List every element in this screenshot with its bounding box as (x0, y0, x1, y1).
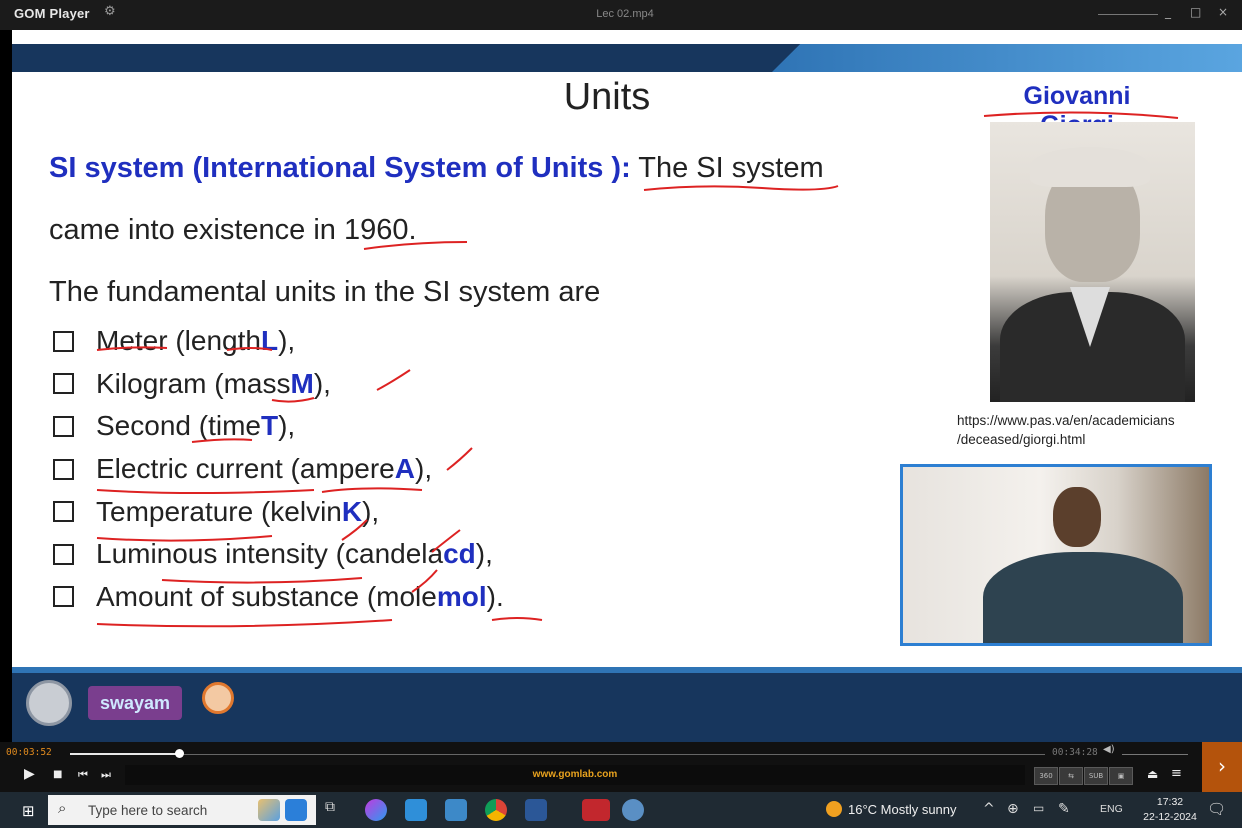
portrait-photo (990, 122, 1195, 402)
task-view-icon[interactable]: ⧉ (325, 799, 347, 821)
maximize-icon[interactable]: □ (1190, 5, 1201, 19)
checkbox-icon (53, 501, 74, 523)
menu-button[interactable]: ≡ (1171, 766, 1182, 781)
minimize-icon[interactable]: _ (1165, 5, 1171, 19)
app-paint-icon[interactable] (258, 799, 280, 821)
presenter-head (1053, 487, 1101, 547)
clock-time[interactable]: 17:32 (1145, 796, 1195, 808)
clock-date[interactable]: 22-12-2024 (1138, 811, 1202, 823)
swayam-logo: swayam (88, 686, 182, 720)
file-title: Lec 02.mp4 (596, 8, 654, 20)
portrait-hair (1030, 147, 1150, 187)
gom-player-taskbar-icon[interactable] (582, 799, 610, 821)
checkbox-icon (53, 373, 74, 395)
volume-slider[interactable] (1122, 754, 1188, 755)
store-icon[interactable] (405, 799, 427, 821)
search-icon: ⌕ (58, 799, 67, 817)
presenter-body (983, 552, 1183, 643)
capture-button[interactable]: ▣ (1109, 767, 1133, 785)
copilot-icon[interactable] (365, 799, 387, 821)
play-button[interactable]: ▶ (24, 766, 35, 782)
tray-battery-icon[interactable]: ▭ (1033, 801, 1044, 815)
windows-start-icon[interactable]: ⊞ (22, 802, 35, 820)
si-heading: SI system (International System of Units… (49, 152, 631, 184)
next-button[interactable]: ⏭ (101, 768, 111, 782)
previous-button[interactable]: ⏮ (78, 768, 88, 782)
time-elapsed: 00:03:52 (6, 747, 52, 758)
stop-button[interactable]: ■ (53, 769, 62, 780)
video-area[interactable]: Units SI system (International System of… (12, 30, 1242, 742)
title-volume-slider[interactable] (1098, 14, 1158, 15)
checkbox-icon (53, 543, 74, 565)
app-user-icon[interactable] (285, 799, 307, 821)
close-icon[interactable]: × (1218, 5, 1228, 19)
seek-progress (70, 753, 180, 755)
side-panel-next-button[interactable]: › (1202, 742, 1242, 792)
title-bar[interactable]: GOM Player ⚙ Lec 02.mp4 _ □ × (0, 0, 1242, 30)
eject-button[interactable]: ⏏ (1147, 767, 1158, 781)
app-misc-icon[interactable] (622, 799, 644, 821)
weather-widget[interactable]: 16°C Mostly sunny (848, 802, 957, 817)
search-placeholder: Type here to search (88, 803, 208, 818)
hand-annotations (96, 346, 543, 628)
taskbar: ⊞ ⌕ Type here to search ⧉ 16°C Mostly su… (0, 792, 1242, 828)
checkbox-icon (53, 458, 74, 480)
nptel-logo (202, 682, 234, 714)
player-controls: 00:03:52 00:34:28 ◀) ▶ ■ ⏮ ⏭ www.gomlab.… (0, 742, 1242, 792)
tray-pen-icon[interactable]: ✎ (1058, 801, 1070, 817)
portrait-credit: https://www.pas.va/en/academicians /dece… (957, 413, 1175, 447)
si-definition-line: SI system (International System of Units… (49, 152, 824, 185)
settings-gear-icon[interactable]: ⚙ (104, 4, 116, 19)
checkbox-icon (53, 330, 74, 352)
slide-top-band-accent (772, 44, 1242, 72)
checkbox-icon (53, 586, 74, 608)
annotation-underline-1960 (363, 241, 468, 250)
gom-url-banner[interactable]: www.gomlab.com (125, 765, 1025, 785)
vr-360-button[interactable]: 360 (1034, 767, 1058, 785)
slide-bottom-band-accent (12, 667, 1242, 673)
seek-bar[interactable] (70, 754, 1045, 755)
checkbox-icon (53, 415, 74, 437)
language-indicator[interactable]: ENG (1100, 803, 1123, 815)
webcam-inset (900, 464, 1212, 646)
control-panel-button[interactable]: ⇆ (1059, 767, 1083, 785)
word-icon[interactable] (525, 799, 547, 821)
seek-handle[interactable] (175, 749, 185, 758)
volume-icon[interactable]: ◀) (1103, 744, 1115, 755)
subtitle-button[interactable]: SUB (1084, 767, 1108, 785)
chrome-icon[interactable] (485, 799, 507, 821)
notification-icon[interactable]: 🗨 (1207, 800, 1226, 818)
annotation-underline-name (983, 111, 1179, 119)
app-name: GOM Player (14, 6, 90, 21)
tray-network-icon[interactable]: ⊕ (1007, 801, 1019, 817)
time-total: 00:34:28 (1052, 747, 1098, 758)
slide-title: Units (563, 76, 651, 118)
annotation-underline-si (643, 185, 839, 191)
file-explorer-icon[interactable] (445, 799, 467, 821)
institute-logo (26, 680, 72, 726)
si-text: The SI system (638, 152, 824, 184)
weather-sun-icon[interactable] (826, 801, 842, 817)
tray-chevron-icon[interactable]: ^ (983, 801, 995, 817)
slide-bottom-band (12, 667, 1242, 742)
fundamental-units-intro: The fundamental units in the SI system a… (49, 276, 601, 308)
